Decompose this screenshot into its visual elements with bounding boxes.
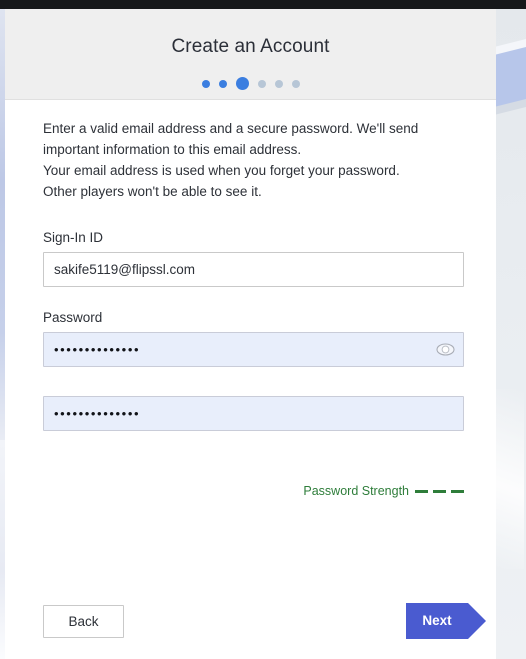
create-account-dialog: Create an Account Enter a valid email ad… bbox=[5, 9, 496, 659]
intro-line-4: Other players won't be able to see it. bbox=[43, 184, 262, 199]
back-button[interactable]: Back bbox=[43, 605, 124, 638]
step-dot-3-active bbox=[235, 77, 249, 90]
strength-bar-1 bbox=[415, 489, 428, 493]
password-strength-indicator: Password Strength bbox=[43, 484, 464, 498]
dialog-body: Enter a valid email address and a secure… bbox=[5, 100, 496, 658]
password-confirm-input[interactable] bbox=[43, 396, 464, 431]
app-root: Create an Account Enter a valid email ad… bbox=[0, 0, 526, 659]
dialog-header: Create an Account bbox=[5, 9, 496, 100]
step-dot-4 bbox=[257, 79, 266, 88]
page-title: Create an Account bbox=[171, 36, 330, 57]
password-strength-label: Password Strength bbox=[303, 484, 409, 498]
signin-id-input[interactable] bbox=[43, 252, 464, 287]
intro-line-3: Your email address is used when you forg… bbox=[43, 163, 400, 178]
signin-id-label: Sign-In ID bbox=[43, 230, 104, 245]
eye-icon[interactable] bbox=[435, 340, 455, 359]
password-input[interactable] bbox=[43, 332, 464, 367]
password-field-wrapper bbox=[43, 332, 464, 367]
next-button-arrow bbox=[468, 603, 486, 639]
step-dot-2 bbox=[218, 79, 227, 88]
strength-bar-2 bbox=[433, 489, 446, 493]
window-top-bar-extension bbox=[496, 0, 526, 9]
intro-text: Enter a valid email address and a secure… bbox=[43, 118, 463, 202]
intro-line-2: important information to this email addr… bbox=[43, 142, 302, 157]
password-strength-bars bbox=[415, 489, 464, 493]
window-top-bar bbox=[0, 0, 496, 9]
password-label: Password bbox=[43, 310, 103, 325]
strength-bar-3 bbox=[451, 489, 464, 493]
password-confirm-field-wrapper bbox=[43, 396, 464, 431]
dialog-footer: Back Next bbox=[5, 590, 496, 650]
background-faint-diagonal bbox=[494, 389, 524, 569]
step-dot-5 bbox=[274, 79, 283, 88]
next-button[interactable]: Next bbox=[406, 603, 468, 639]
step-dot-1 bbox=[201, 79, 210, 88]
step-dot-6 bbox=[291, 79, 300, 88]
intro-line-1: Enter a valid email address and a secure… bbox=[43, 121, 419, 136]
step-indicator bbox=[5, 77, 496, 90]
eye-icon-glyph bbox=[435, 343, 455, 356]
